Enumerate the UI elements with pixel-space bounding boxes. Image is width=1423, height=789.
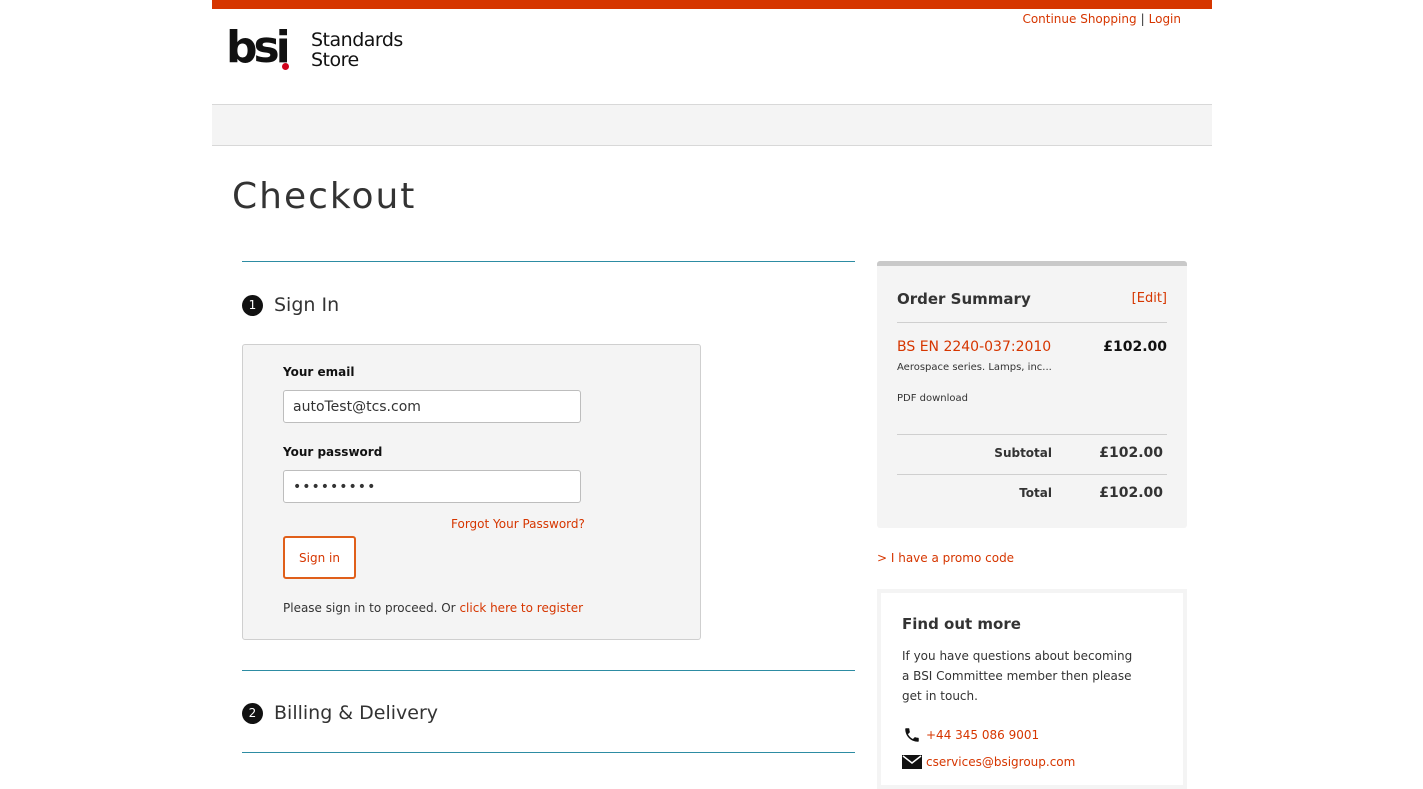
navigation-bar (212, 104, 1212, 146)
total-label: Total (1019, 486, 1052, 500)
login-link[interactable]: Login (1149, 12, 1181, 26)
logo-text-line2: Store (311, 49, 359, 71)
subtotal-value: £102.00 (1099, 445, 1163, 461)
logo-text: Standards Store (311, 30, 403, 70)
divider (897, 322, 1167, 323)
email-link[interactable]: cservices@bsigroup.com (926, 755, 1075, 769)
email-row: cservices@bsigroup.com (902, 753, 1075, 771)
proceed-message: Please sign in to proceed. Or (283, 601, 456, 615)
step-number-badge: 2 (242, 702, 263, 724)
section-divider (242, 670, 855, 671)
envelope-icon (902, 753, 922, 771)
divider (897, 434, 1167, 435)
top-accent-bar (212, 0, 1212, 9)
find-out-more-panel: Find out more If you have questions abou… (877, 589, 1187, 789)
product-code-link[interactable]: BS EN 2240-037:2010 (897, 339, 1051, 355)
proceed-text: Please sign in to proceed. Or click here… (283, 601, 583, 615)
find-out-more-text: If you have questions about becoming a B… (902, 649, 1133, 703)
product-price: £102.00 (1103, 339, 1167, 355)
header-links: Continue Shopping | Login (1022, 12, 1181, 26)
logo-text-line1: Standards (311, 29, 403, 51)
order-summary-title: Order Summary (897, 290, 1031, 308)
total-value: £102.00 (1099, 485, 1163, 501)
edit-order-link[interactable]: [Edit] (1132, 291, 1167, 306)
promo-code-link[interactable]: > I have a promo code (877, 551, 1014, 565)
page: Continue Shopping | Login bsi Standards St… (212, 0, 1212, 789)
register-link[interactable]: click here to register (459, 601, 583, 615)
phone-row: +44 345 086 9001 (902, 726, 1039, 744)
phone-icon (902, 726, 922, 744)
password-label: Your password (283, 445, 383, 459)
continue-shopping-link[interactable]: Continue Shopping (1022, 12, 1136, 26)
page-title: Checkout (232, 176, 417, 217)
header-links-separator: | (1140, 12, 1145, 26)
step-number-badge: 1 (242, 294, 263, 316)
email-label: Your email (283, 365, 355, 379)
find-out-more-title: Find out more (902, 615, 1021, 633)
email-field[interactable]: autoTest@tcs.com (283, 390, 581, 423)
section-divider (242, 752, 855, 753)
bsi-logo[interactable]: bsi Standards Store (226, 22, 426, 74)
section-divider (242, 261, 855, 262)
order-summary-panel: Order Summary [Edit] BS EN 2240-037:2010… (877, 261, 1187, 528)
forgot-password-link[interactable]: Forgot Your Password? (451, 517, 585, 531)
step-sign-in: 1 Sign In (242, 293, 339, 317)
product-description: Aerospace series. Lamps, inc... (897, 362, 1052, 373)
logo-mark: bsi (226, 22, 291, 73)
subtotal-label: Subtotal (994, 446, 1052, 460)
sign-in-button[interactable]: Sign in (283, 536, 356, 579)
phone-link[interactable]: +44 345 086 9001 (926, 728, 1039, 742)
step-label: Billing & Delivery (274, 702, 439, 724)
logo-dot (282, 63, 289, 70)
sign-in-form: Your email autoTest@tcs.com Your passwor… (242, 344, 701, 640)
password-field[interactable]: ••••••••• (283, 470, 581, 503)
product-format: PDF download (897, 393, 969, 404)
step-billing-delivery: 2 Billing & Delivery (242, 701, 438, 725)
divider (897, 474, 1167, 475)
step-label: Sign In (274, 294, 340, 316)
